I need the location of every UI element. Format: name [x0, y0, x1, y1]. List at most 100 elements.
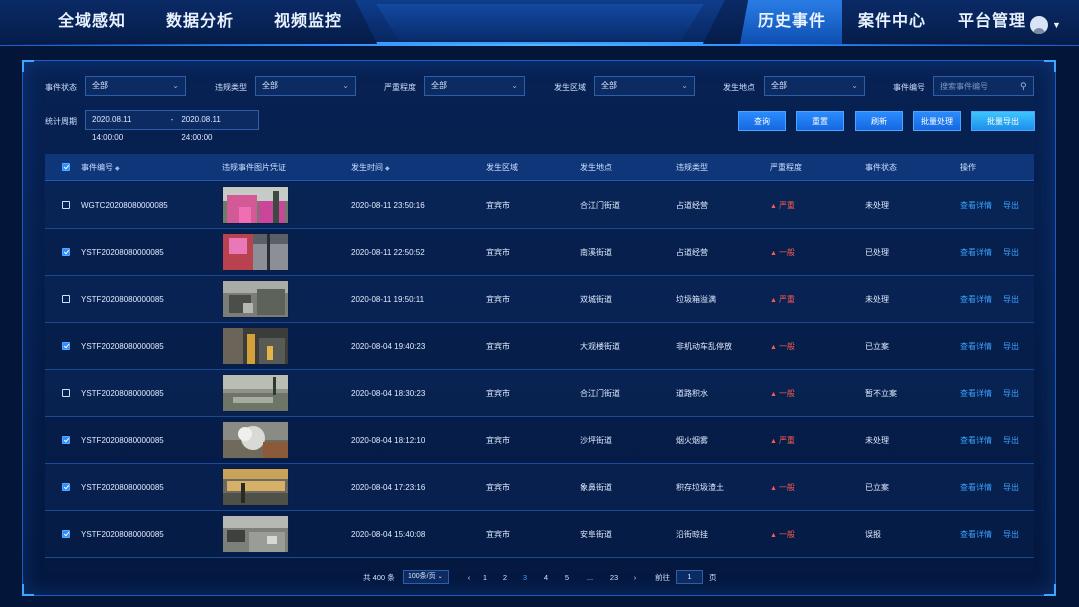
prev-page-button[interactable]: ‹ [463, 570, 475, 586]
view-detail-link[interactable]: 查看详情 [960, 229, 992, 276]
user-menu[interactable]: ▼ [1030, 16, 1061, 34]
evidence-photo[interactable] [222, 421, 289, 459]
th-time[interactable]: 发生时间 ◆ [351, 154, 390, 181]
page-4[interactable]: 4 [540, 570, 552, 586]
period-separator: - [170, 115, 174, 124]
export-link[interactable]: 导出 [1003, 417, 1019, 464]
location-select[interactable]: 全部 ⌄ [764, 76, 865, 96]
warning-triangle-icon: ▲ [770, 438, 777, 445]
nav-item-history-events[interactable]: 历史事件 [740, 0, 843, 44]
cell-status: 未处理 [865, 436, 889, 445]
warning-triangle-icon: ▲ [770, 485, 777, 492]
nav-item-video-monitoring[interactable]: 视频监控 [274, 0, 342, 44]
row-checkbox[interactable] [62, 295, 70, 303]
evidence-photo[interactable] [222, 468, 289, 506]
view-detail-link[interactable]: 查看详情 [960, 182, 992, 229]
row-checkbox[interactable] [62, 530, 70, 538]
export-link[interactable]: 导出 [1003, 323, 1019, 370]
filter-label-severity: 严重程度 [384, 83, 416, 92]
cell-location: 合江门街道 [580, 201, 620, 210]
evidence-photo[interactable] [222, 515, 289, 553]
page-1[interactable]: 1 [479, 570, 491, 586]
export-link[interactable]: 导出 [1003, 182, 1019, 229]
export-link[interactable]: 导出 [1003, 229, 1019, 276]
page-2[interactable]: 2 [499, 570, 511, 586]
evidence-photo[interactable] [222, 374, 289, 412]
violation-type-select[interactable]: 全部 ⌄ [255, 76, 356, 96]
table-row: YSTF20208080000085 2020-08-11 22:50:52 宜宾市… [45, 229, 1034, 276]
event-no-search-input[interactable] [933, 76, 1034, 96]
row-checkbox[interactable] [62, 342, 70, 350]
row-checkbox[interactable] [62, 201, 70, 209]
export-link[interactable]: 导出 [1003, 464, 1019, 511]
evidence-photo[interactable] [222, 327, 289, 365]
th-type: 违规类型 [676, 163, 708, 172]
table-header: 事件编号 ◆ 违规事件图片凭证 发生时间 ◆ 发生区域 发生地点 违规类型 严重程度… [45, 154, 1034, 181]
chevron-down-icon: ⌄ [437, 574, 443, 580]
cell-status: 未处理 [865, 201, 889, 210]
cell-time: 2020-08-04 18:30:23 [351, 389, 426, 398]
cell-location: 南溪街道 [580, 248, 612, 257]
cell-event-no: YSTF20208080000085 [81, 342, 164, 351]
view-detail-link[interactable]: 查看详情 [960, 370, 992, 417]
row-checkbox[interactable] [62, 483, 70, 491]
view-detail-link[interactable]: 查看详情 [960, 511, 992, 558]
search-icon[interactable]: ⚲ [1020, 81, 1027, 92]
view-detail-link[interactable]: 查看详情 [960, 417, 992, 464]
nav-item-global-perception[interactable]: 全域感知 [58, 0, 126, 44]
evidence-photo[interactable] [222, 280, 289, 318]
th-event-no[interactable]: 事件编号 ◆ [81, 154, 120, 181]
cell-status: 已立案 [865, 483, 889, 492]
export-link[interactable]: 导出 [1003, 511, 1019, 558]
page-23[interactable]: 23 [606, 570, 622, 586]
export-link[interactable]: 导出 [1003, 370, 1019, 417]
filter-label-violation-type: 违规类型 [215, 83, 247, 92]
chevron-down-icon: ⌄ [511, 81, 518, 90]
refresh-button[interactable]: 刷新 [855, 111, 903, 131]
cell-time: 2020-08-04 19:40:23 [351, 342, 426, 351]
select-all-checkbox[interactable] [62, 163, 70, 171]
cell-event-no: YSTF20208080000085 [81, 295, 164, 304]
view-detail-link[interactable]: 查看详情 [960, 464, 992, 511]
cell-severity: ▲ 一般 [770, 342, 795, 351]
export-link[interactable]: 导出 [1003, 276, 1019, 323]
cell-location: 合江门街道 [580, 389, 620, 398]
filter-label-event-status: 事件状态 [45, 83, 77, 92]
warning-triangle-icon: ▲ [770, 532, 777, 539]
period-start: 2020.08.11 14:00:00 [92, 115, 132, 142]
cell-event-no: YSTF20208080000085 [81, 436, 164, 445]
batch-process-button[interactable]: 批量处理 [913, 111, 961, 131]
event-status-select[interactable]: 全部 ⌄ [85, 76, 186, 96]
cell-status: 已处理 [865, 248, 889, 257]
cell-severity: ▲ 一般 [770, 248, 795, 257]
filter-label-event-no: 事件编号 [893, 83, 925, 92]
evidence-photo[interactable] [222, 186, 289, 224]
header-glow-line [0, 44, 1079, 46]
page-ellipsis[interactable]: ... [584, 570, 596, 586]
row-checkbox[interactable] [62, 389, 70, 397]
nav-item-platform-management[interactable]: 平台管理 [942, 0, 1042, 44]
warning-triangle-icon: ▲ [770, 250, 777, 257]
goto-page-input[interactable]: 1 [676, 570, 703, 584]
area-select[interactable]: 全部 ⌄ [594, 76, 695, 96]
next-page-button[interactable]: › [629, 570, 641, 586]
page-size-select[interactable]: 100条/页 ⌄ [403, 570, 449, 584]
evidence-photo[interactable] [222, 233, 289, 271]
period-date-range[interactable]: 2020.08.11 14:00:00 - 2020.08.11 24:00:0… [85, 110, 259, 142]
nav-item-data-analysis[interactable]: 数据分析 [166, 0, 234, 44]
cell-area: 宜宾市 [486, 248, 510, 257]
reset-button[interactable]: 重置 [796, 111, 844, 131]
row-checkbox[interactable] [62, 436, 70, 444]
query-button[interactable]: 查询 [738, 111, 786, 131]
row-checkbox[interactable] [62, 248, 70, 256]
view-detail-link[interactable]: 查看详情 [960, 276, 992, 323]
view-detail-link[interactable]: 查看详情 [960, 323, 992, 370]
pagination-total: 共 400 条 [363, 573, 395, 582]
page-5[interactable]: 5 [561, 570, 573, 586]
page-3[interactable]: 3 [519, 570, 531, 586]
filter-label-location: 发生地点 [723, 83, 755, 92]
batch-export-button[interactable]: 批量导出 [971, 111, 1035, 131]
severity-select[interactable]: 全部 ⌄ [424, 76, 525, 96]
cell-severity: ▲ 一般 [770, 483, 795, 492]
nav-item-case-center[interactable]: 案件中心 [842, 0, 942, 44]
